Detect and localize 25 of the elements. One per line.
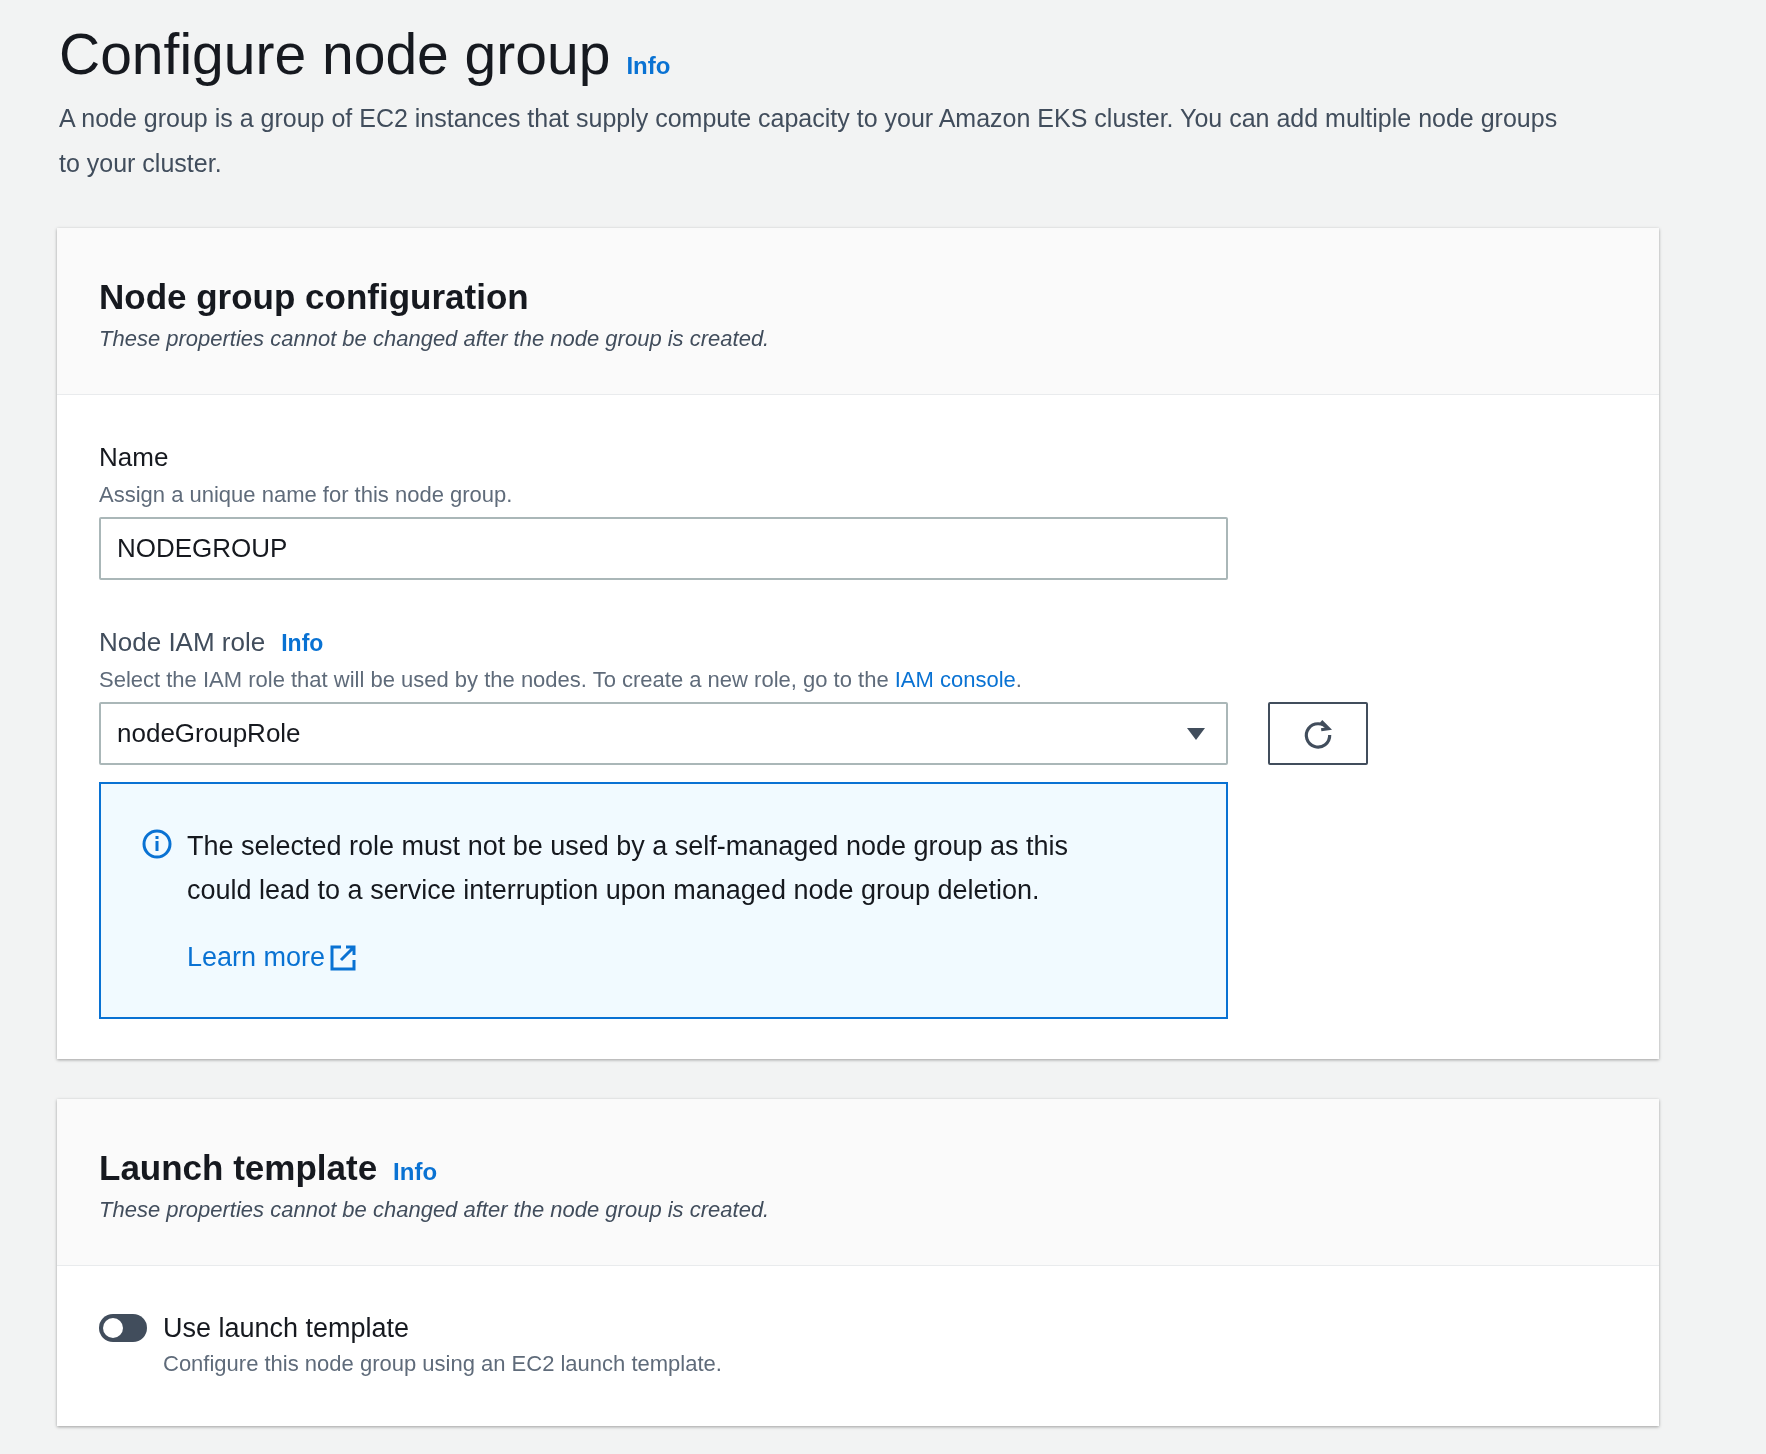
- field-hint: Select the IAM role that will be used by the nodes. To create a new role, go to the IAM console.: [99, 666, 1023, 694]
- info-link[interactable]: Info: [626, 52, 671, 80]
- info-icon: [141, 828, 173, 860]
- iam-console-link[interactable]: IAM console: [894, 667, 1016, 692]
- section-title: Node group configuration: [99, 276, 529, 318]
- field-label: Node IAM role: [99, 626, 266, 659]
- name-input[interactable]: NODEGROUP: [99, 517, 1228, 580]
- page-description: A node group is a group of EC2 instances that supply compute capacity to your Amazon EKS cluster. You can add multiple node groups to your cluster.: [59, 103, 1559, 179]
- external-link-icon: [329, 943, 358, 972]
- toggle-label: Use launch template: [163, 1312, 411, 1345]
- alert-message: The selected role must not be used by a self-managed node group as this could lead to a service interruption upon managed node group deletion.: [187, 830, 1070, 907]
- caret-icon: [1186, 726, 1206, 741]
- page-title: Configure node group: [59, 21, 611, 88]
- toggle-hint: Configure this node group using an EC2 launch template.: [163, 1350, 722, 1378]
- section-title: Launch template: [99, 1147, 378, 1189]
- info-link[interactable]: Info: [393, 1158, 438, 1186]
- info-link[interactable]: Info: [281, 630, 324, 657]
- role-select[interactable]: nodeGroupRole: [99, 702, 1228, 765]
- learn-more-link[interactable]: Learn more: [187, 942, 358, 973]
- section-subtitle: These properties cannot be changed after the node group is created.: [99, 1197, 771, 1223]
- field-hint: Assign a unique name for this node group.: [99, 481, 514, 509]
- section-subtitle: These properties cannot be changed after the node group is created.: [99, 326, 771, 352]
- field-label: Name: [99, 441, 170, 474]
- refresh-button[interactable]: [1268, 702, 1368, 765]
- toggle-switch[interactable]: [99, 1314, 147, 1342]
